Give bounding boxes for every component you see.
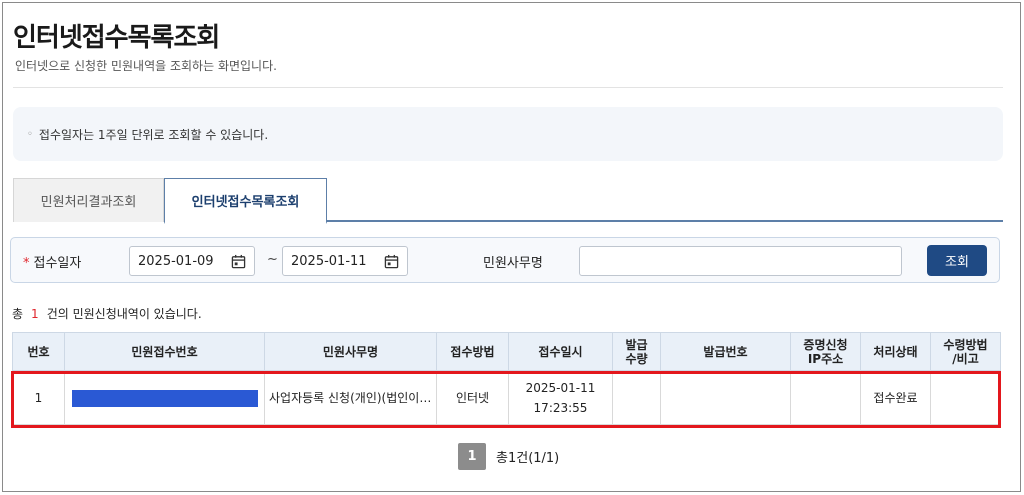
pagination-total: 총1건(1/1) [496,451,560,466]
tab-result-inquiry[interactable]: 민원처리결과조회 [13,178,164,222]
col-header-ip: 증명신청 IP주소 [790,332,861,371]
cell-note [930,370,1001,425]
tab-bar: 민원처리결과조회 인터넷접수목록조회 [13,178,1003,224]
date-label: * 접수일자 [23,256,82,271]
col-header-office-name: 민원사무명 [264,332,437,371]
redacted-block [71,389,258,407]
tab-internet-receipt-list[interactable]: 인터넷접수목록조회 [164,178,327,224]
cell-method: 인터넷 [436,370,509,425]
col-header-receipt-no: 민원접수번호 [64,332,265,371]
col-header-status: 처리상태 [860,332,931,371]
col-header-issue-no: 발급번호 [660,332,791,371]
result-count: 1 [31,307,39,321]
cell-status: 접수완료 [860,370,931,425]
cell-issue-no [660,370,791,425]
notice-box: ◦ 접수일자는 1주일 단위로 조회할 수 있습니다. [13,107,1003,161]
cell-ip [790,370,861,425]
col-header-note: 수령방법 /비고 [930,332,1001,371]
cell-receipt-no[interactable] [64,370,265,425]
calendar-icon[interactable] [231,254,246,269]
search-panel: * 접수일자 2025-01-09 ~ 2025-01-11 민원사무명 조회 [10,237,1000,283]
date-from-input[interactable]: 2025-01-09 [129,246,255,276]
page-button-current[interactable]: 1 [458,443,486,470]
col-header-issue-qty: 발급 수량 [612,332,661,371]
office-name-label: 민원사무명 [483,256,543,271]
table-header-row: 번호 민원접수번호 민원사무명 접수방법 접수일시 발급 수량 발급번호 증명신… [12,332,1001,371]
col-header-method: 접수방법 [436,332,509,371]
range-separator: ~ [267,252,278,267]
result-summary: 총 1 건의 민원신청내역이 있습니다. [12,307,202,321]
pagination: 1 총1건(1/1) [458,443,559,470]
calendar-icon[interactable] [384,254,399,269]
notice-text: 접수일자는 1주일 단위로 조회할 수 있습니다. [38,127,269,142]
table-row[interactable]: 1 사업자등록 신청(개인)(법인이 아닌 단체의 고유번호 신청) 인터넷 2… [12,370,1001,425]
cell-office-name[interactable]: 사업자등록 신청(개인)(법인이 아닌 단체의 고유번호 신청) [264,370,437,425]
cell-received-at: 2025-01-11 17:23:55 [508,370,613,425]
search-button[interactable]: 조회 [927,245,987,276]
col-header-received-at: 접수일시 [508,332,613,371]
cell-issue-qty [612,370,661,425]
col-header-no: 번호 [12,332,65,371]
page-title: 인터넷접수목록조회 [13,23,220,53]
office-name-input[interactable] [579,246,902,276]
cell-no: 1 [12,370,65,425]
required-mark: * [23,256,30,271]
receipt-table: 번호 민원접수번호 민원사무명 접수방법 접수일시 발급 수량 발급번호 증명신… [12,332,1001,425]
date-to-input[interactable]: 2025-01-11 [282,246,408,276]
bullet-icon: ◦ [27,128,33,140]
divider [13,87,1003,88]
page-description: 인터넷으로 신청한 민원내역을 조회하는 화면입니다. [15,59,277,73]
